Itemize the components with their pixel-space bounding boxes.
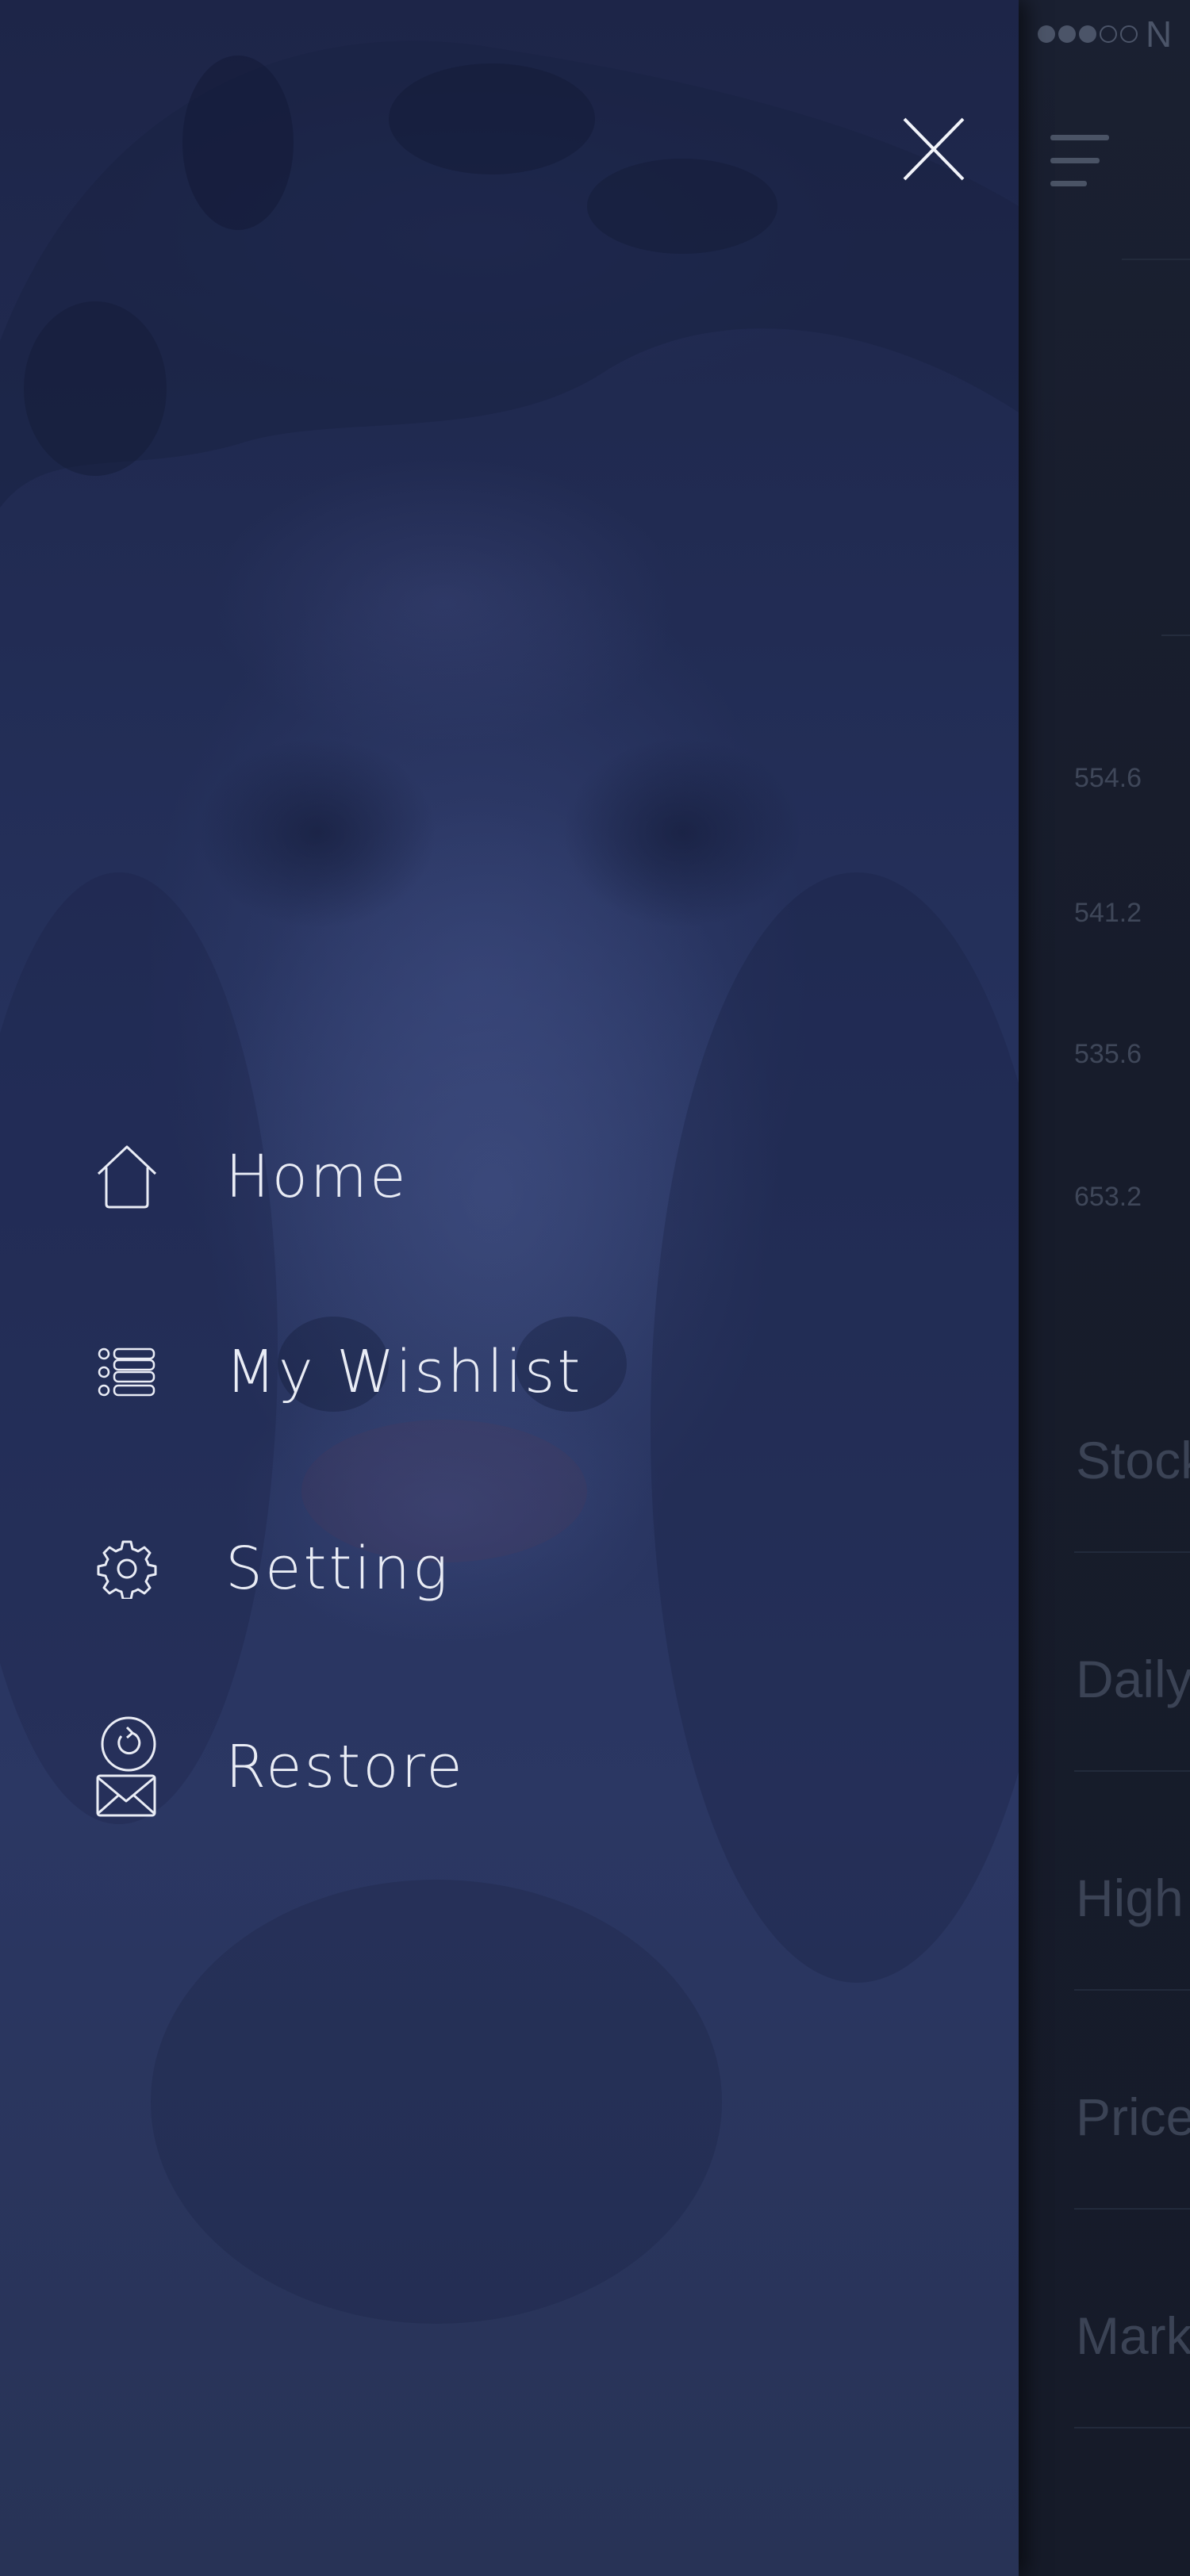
divider: [1074, 1989, 1190, 1991]
row-label: Stock: [1076, 1431, 1190, 1489]
divider: [1074, 2208, 1190, 2210]
divider: [1074, 1551, 1190, 1553]
menu-item-restore[interactable]: Restore: [94, 1716, 649, 1817]
divider: [1074, 1770, 1190, 1772]
close-button[interactable]: [901, 116, 966, 182]
signal-strength: N: [1038, 16, 1173, 52]
carrier-name: N: [1146, 13, 1173, 55]
menu-item-setting[interactable]: Setting: [94, 1521, 649, 1616]
close-icon: [903, 117, 965, 181]
price-value: 653.2: [1074, 1182, 1142, 1212]
menu-label: Setting: [225, 1535, 451, 1603]
menu-item-home[interactable]: Home: [94, 1129, 649, 1225]
divider: [1122, 259, 1190, 260]
menu-label: My Wishlist: [225, 1338, 583, 1406]
list-icon: [94, 1328, 160, 1416]
restore-icon: [94, 1716, 160, 1817]
signal-dot: [1100, 25, 1117, 43]
price-value: 554.6: [1074, 763, 1142, 793]
signal-dot: [1120, 25, 1138, 43]
divider: [1074, 2427, 1190, 2428]
menu-item-wishlist[interactable]: My Wishlist: [94, 1324, 649, 1420]
divider: [1161, 634, 1190, 636]
side-drawer: Home My Wishlist Setting Restore: [0, 0, 1019, 2576]
menu-label: Home: [225, 1143, 409, 1211]
signal-dot: [1038, 25, 1055, 43]
row-label: Marke: [1076, 2306, 1190, 2365]
home-icon: [94, 1133, 160, 1221]
row-label: Daily: [1076, 1650, 1190, 1708]
row-label: High: [1076, 1869, 1184, 1927]
gear-icon: [94, 1525, 160, 1612]
hamburger-menu-icon[interactable]: [1050, 135, 1109, 204]
row-label: Price: [1076, 2087, 1190, 2146]
underlying-screen: N 554.6 541.2 535.6 653.2 Stock Daily Hi…: [1019, 0, 1190, 2576]
price-value: 535.6: [1074, 1039, 1142, 1069]
signal-dot: [1058, 25, 1076, 43]
price-value: 541.2: [1074, 898, 1142, 928]
menu-label: Restore: [225, 1733, 465, 1801]
signal-dot: [1079, 25, 1096, 43]
bull-background-image: [0, 40, 1019, 2324]
